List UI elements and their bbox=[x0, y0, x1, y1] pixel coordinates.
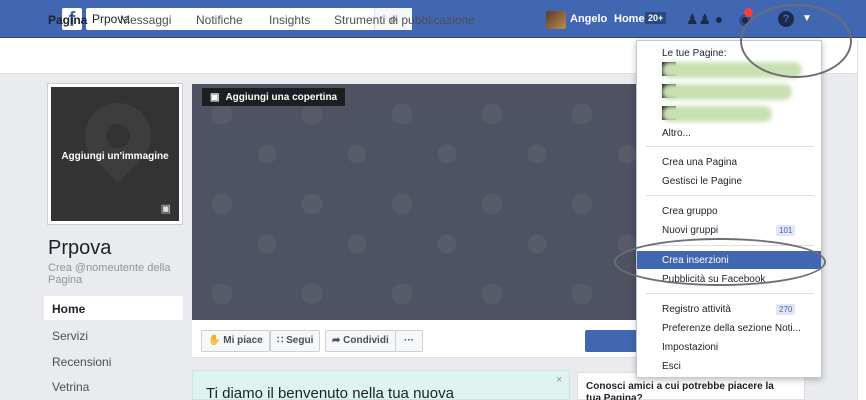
home-count-badge: 20+ bbox=[645, 12, 667, 24]
menu-item-altro[interactable]: Altro... bbox=[662, 128, 691, 139]
page-name-redacted[interactable] bbox=[662, 106, 772, 122]
registro-badge: 270 bbox=[776, 304, 796, 315]
right-sidebar-edge bbox=[857, 40, 866, 400]
page-title: Prpova bbox=[48, 237, 112, 259]
like-label: Mi piace bbox=[223, 335, 263, 346]
menu-item-impostazioni[interactable]: Impostazioni bbox=[662, 342, 718, 353]
avatar[interactable] bbox=[546, 11, 566, 29]
close-icon[interactable]: × bbox=[556, 374, 562, 386]
share-button[interactable]: ➦ Condividi bbox=[325, 330, 396, 352]
sidebar-item-vetrina[interactable]: Vetrina bbox=[44, 374, 183, 398]
call-to-action-button[interactable] bbox=[585, 330, 637, 352]
welcome-text: Ti diamo il benvenuto nella tua nuova bbox=[206, 385, 454, 400]
location-pin-hole bbox=[106, 124, 130, 148]
your-pages-header: Le tue Pagine: bbox=[662, 48, 727, 59]
menu-item-nuovi-gruppi[interactable]: Nuovi gruppi bbox=[662, 225, 718, 236]
page-name-redacted[interactable] bbox=[662, 84, 792, 100]
share-label: Condividi bbox=[343, 335, 389, 346]
tab-messaggi[interactable]: Messaggi bbox=[120, 13, 171, 27]
menu-divider bbox=[646, 195, 814, 196]
tab-pagina[interactable]: Pagina bbox=[48, 13, 87, 27]
tab-insights[interactable]: Insights bbox=[269, 13, 310, 27]
camera-icon: ▣ bbox=[210, 92, 220, 103]
follow-label: Segui bbox=[286, 335, 314, 346]
more-options-button[interactable]: ··· bbox=[395, 330, 423, 352]
sidebar-item-recensioni[interactable]: Recensioni bbox=[44, 349, 183, 373]
sidebar-item-servizi[interactable]: Servizi bbox=[44, 323, 183, 347]
menu-item-preferenze[interactable]: Preferenze della sezione Noti... bbox=[662, 323, 801, 334]
cover-photo-area bbox=[192, 84, 638, 320]
like-button[interactable]: ✋ Mi piace bbox=[201, 330, 270, 352]
sidebar-item-home[interactable]: Home bbox=[44, 296, 183, 320]
nuovi-gruppi-badge: 101 bbox=[776, 225, 796, 236]
friends-icon[interactable]: ♟♟ bbox=[686, 11, 711, 27]
rss-icon: ∷ bbox=[277, 335, 287, 346]
follow-button[interactable]: ∷ Segui bbox=[270, 330, 321, 352]
menu-item-esci[interactable]: Esci bbox=[662, 361, 681, 372]
share-arrow-icon: ➦ bbox=[332, 335, 344, 346]
annotation-ellipse-menu bbox=[614, 238, 826, 286]
tab-notifiche[interactable]: Notifiche bbox=[196, 13, 243, 27]
menu-divider bbox=[646, 146, 814, 147]
create-username-link[interactable]: Crea @nomeutente della Pagina bbox=[48, 262, 188, 286]
active-tab-indicator bbox=[44, 32, 94, 35]
tab-strumenti-pubblicazione[interactable]: Strumenti di pubblicazione bbox=[334, 13, 475, 27]
add-cover-button[interactable]: ▣ Aggiungi una copertina bbox=[201, 87, 347, 107]
add-image-label[interactable]: Aggiungi un'immagine bbox=[51, 151, 179, 162]
user-name-link[interactable]: Angelo bbox=[570, 13, 607, 25]
menu-item-crea-pagina[interactable]: Crea una Pagina bbox=[662, 157, 737, 168]
messages-icon[interactable]: ● bbox=[710, 11, 728, 27]
home-link[interactable]: Home bbox=[614, 13, 645, 25]
thumbs-up-icon: ✋ bbox=[208, 335, 224, 346]
menu-divider bbox=[646, 293, 814, 294]
annotation-ellipse-top bbox=[740, 4, 852, 78]
menu-item-crea-gruppo[interactable]: Crea gruppo bbox=[662, 206, 718, 217]
notification-dot bbox=[744, 8, 753, 17]
add-cover-label: Aggiungi una copertina bbox=[225, 92, 338, 103]
menu-item-registro-attivita[interactable]: Registro attività bbox=[662, 304, 731, 315]
camera-icon[interactable]: ▣ bbox=[161, 202, 171, 215]
invite-friends-text: Conosci amici a cui potrebbe piacere la … bbox=[586, 381, 774, 400]
profile-picture[interactable]: Aggiungi un'immagine ▣ bbox=[48, 84, 182, 224]
menu-item-gestisci-pagine[interactable]: Gestisci le Pagine bbox=[662, 176, 742, 187]
